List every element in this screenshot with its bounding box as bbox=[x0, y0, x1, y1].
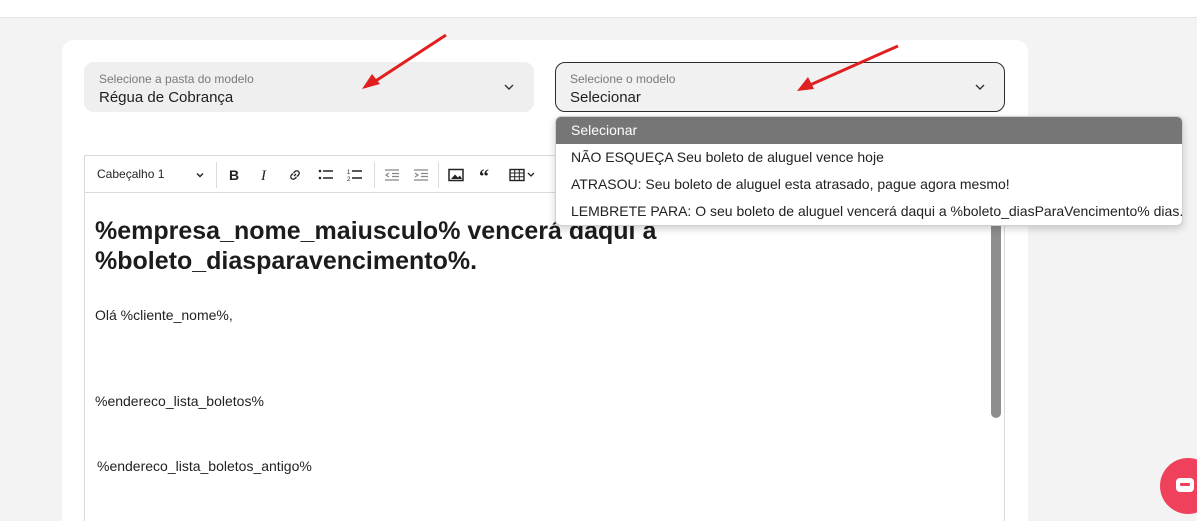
dropdown-option[interactable]: LEMBRETE PARA: O seu boleto de aluguel v… bbox=[556, 198, 1182, 225]
chat-button[interactable] bbox=[1160, 458, 1197, 514]
folder-select[interactable]: Selecione a pasta do modelo Régua de Cob… bbox=[84, 62, 534, 112]
italic-icon: I bbox=[260, 168, 267, 182]
top-bar bbox=[0, 0, 1197, 18]
bullet-list-button[interactable] bbox=[316, 165, 336, 185]
italic-button[interactable]: I bbox=[255, 165, 275, 185]
chevron-down-icon bbox=[975, 84, 985, 90]
bullet-list-icon bbox=[318, 169, 333, 180]
model-select-label: Selecione o modelo bbox=[570, 72, 676, 86]
model-select[interactable]: Selecione o modelo Selecionar bbox=[555, 62, 1005, 112]
link-icon bbox=[290, 170, 300, 180]
dropdown-option[interactable]: NÃO ESQUEÇA Seu boleto de aluguel vence … bbox=[556, 144, 1182, 171]
heading-select[interactable]: Cabeçalho 1 bbox=[97, 167, 164, 181]
svg-text:1: 1 bbox=[347, 170, 351, 176]
content-paragraph: %endereco_lista_boletos% bbox=[95, 393, 264, 409]
svg-text:2: 2 bbox=[347, 177, 351, 182]
dropdown-option[interactable]: Selecionar bbox=[556, 117, 1182, 144]
table-icon bbox=[509, 168, 535, 182]
svg-text:B: B bbox=[229, 168, 239, 182]
image-icon bbox=[448, 168, 464, 182]
toolbar-divider bbox=[374, 162, 375, 188]
svg-text:I: I bbox=[260, 168, 267, 182]
chat-icon bbox=[1176, 478, 1194, 492]
dropdown-option[interactable]: ATRASOU: Seu boleto de aluguel esta atra… bbox=[556, 171, 1182, 198]
content-paragraph: %endereco_lista_boletos_antigo% bbox=[97, 458, 312, 474]
chevron-down-icon bbox=[504, 84, 514, 90]
svg-text:“: “ bbox=[479, 168, 489, 182]
table-button[interactable] bbox=[507, 165, 541, 185]
bold-icon: B bbox=[229, 168, 239, 182]
quote-button[interactable]: “ bbox=[477, 165, 497, 185]
toolbar-divider bbox=[216, 162, 217, 188]
folder-select-label: Selecione a pasta do modelo bbox=[99, 72, 254, 86]
toolbar-divider bbox=[438, 162, 439, 188]
indent-icon bbox=[414, 169, 428, 181]
numbered-list-button[interactable]: 12 bbox=[345, 165, 365, 185]
outdent-button[interactable] bbox=[382, 165, 402, 185]
outdent-icon bbox=[384, 169, 399, 181]
indent-button[interactable] bbox=[411, 165, 431, 185]
image-button[interactable] bbox=[446, 165, 466, 185]
bold-button[interactable]: B bbox=[224, 165, 244, 185]
editor-scrollbar[interactable] bbox=[991, 210, 1001, 418]
folder-select-value: Régua de Cobrança bbox=[99, 89, 234, 106]
model-dropdown-list: Selecionar NÃO ESQUEÇA Seu boleto de alu… bbox=[555, 116, 1183, 226]
model-select-value: Selecionar bbox=[570, 89, 641, 106]
quote-icon: “ bbox=[479, 168, 489, 182]
link-button[interactable] bbox=[285, 165, 305, 185]
content-paragraph: Olá %cliente_nome%, bbox=[95, 307, 233, 323]
chevron-down-icon[interactable] bbox=[195, 170, 205, 180]
numbered-list-icon: 12 bbox=[347, 170, 362, 182]
